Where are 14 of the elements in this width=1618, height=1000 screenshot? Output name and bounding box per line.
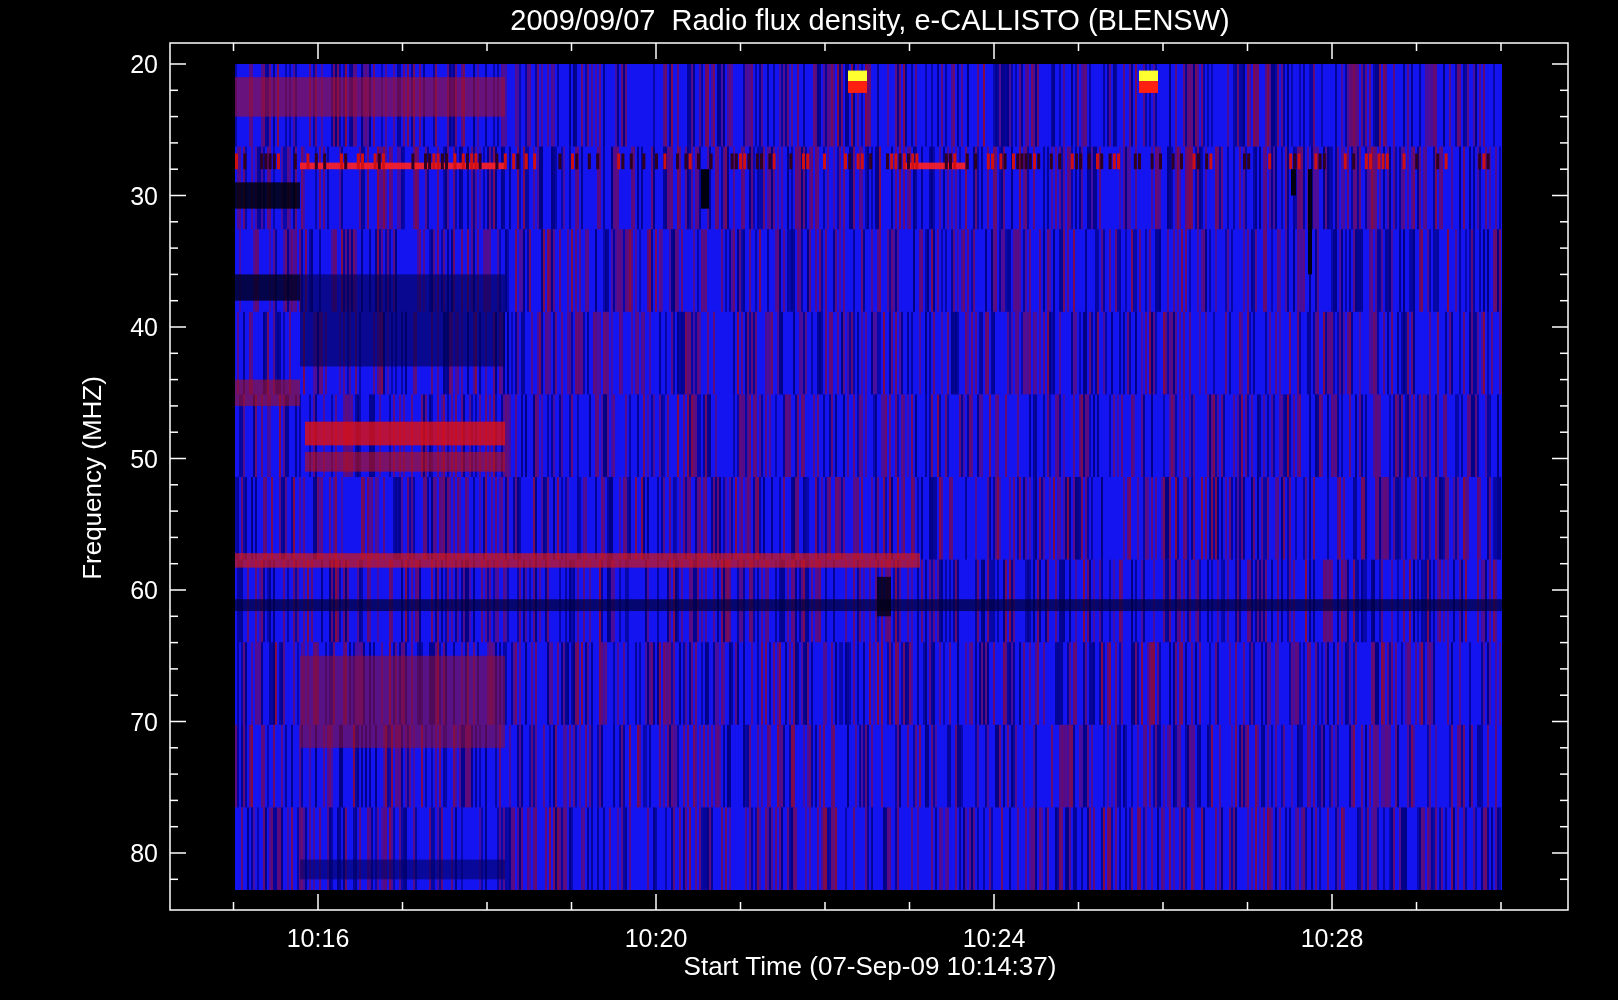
x-tick-label: 10:16	[286, 924, 350, 952]
y-tick-label: 30	[130, 181, 158, 210]
y-tick-label: 40	[130, 313, 158, 341]
x-tick-label: 10:20	[624, 924, 688, 952]
x-tick-label: 10:28	[1300, 924, 1364, 952]
y-tick-label: 20	[130, 50, 158, 78]
x-axis-label: Start Time (07-Sep-09 10:14:37)	[683, 951, 1057, 981]
y-tick-label: 80	[130, 839, 158, 867]
y-tick-label: 50	[130, 444, 158, 473]
y-tick-label: 70	[130, 707, 158, 736]
y-tick-label: 60	[130, 576, 158, 604]
y-axis-label: Frequency (MHZ)	[77, 376, 107, 580]
x-tick-label: 10:24	[962, 924, 1026, 952]
chart-title: 2009/09/07 Radio flux density, e-CALLISTO (BLENSW)	[510, 4, 1230, 36]
